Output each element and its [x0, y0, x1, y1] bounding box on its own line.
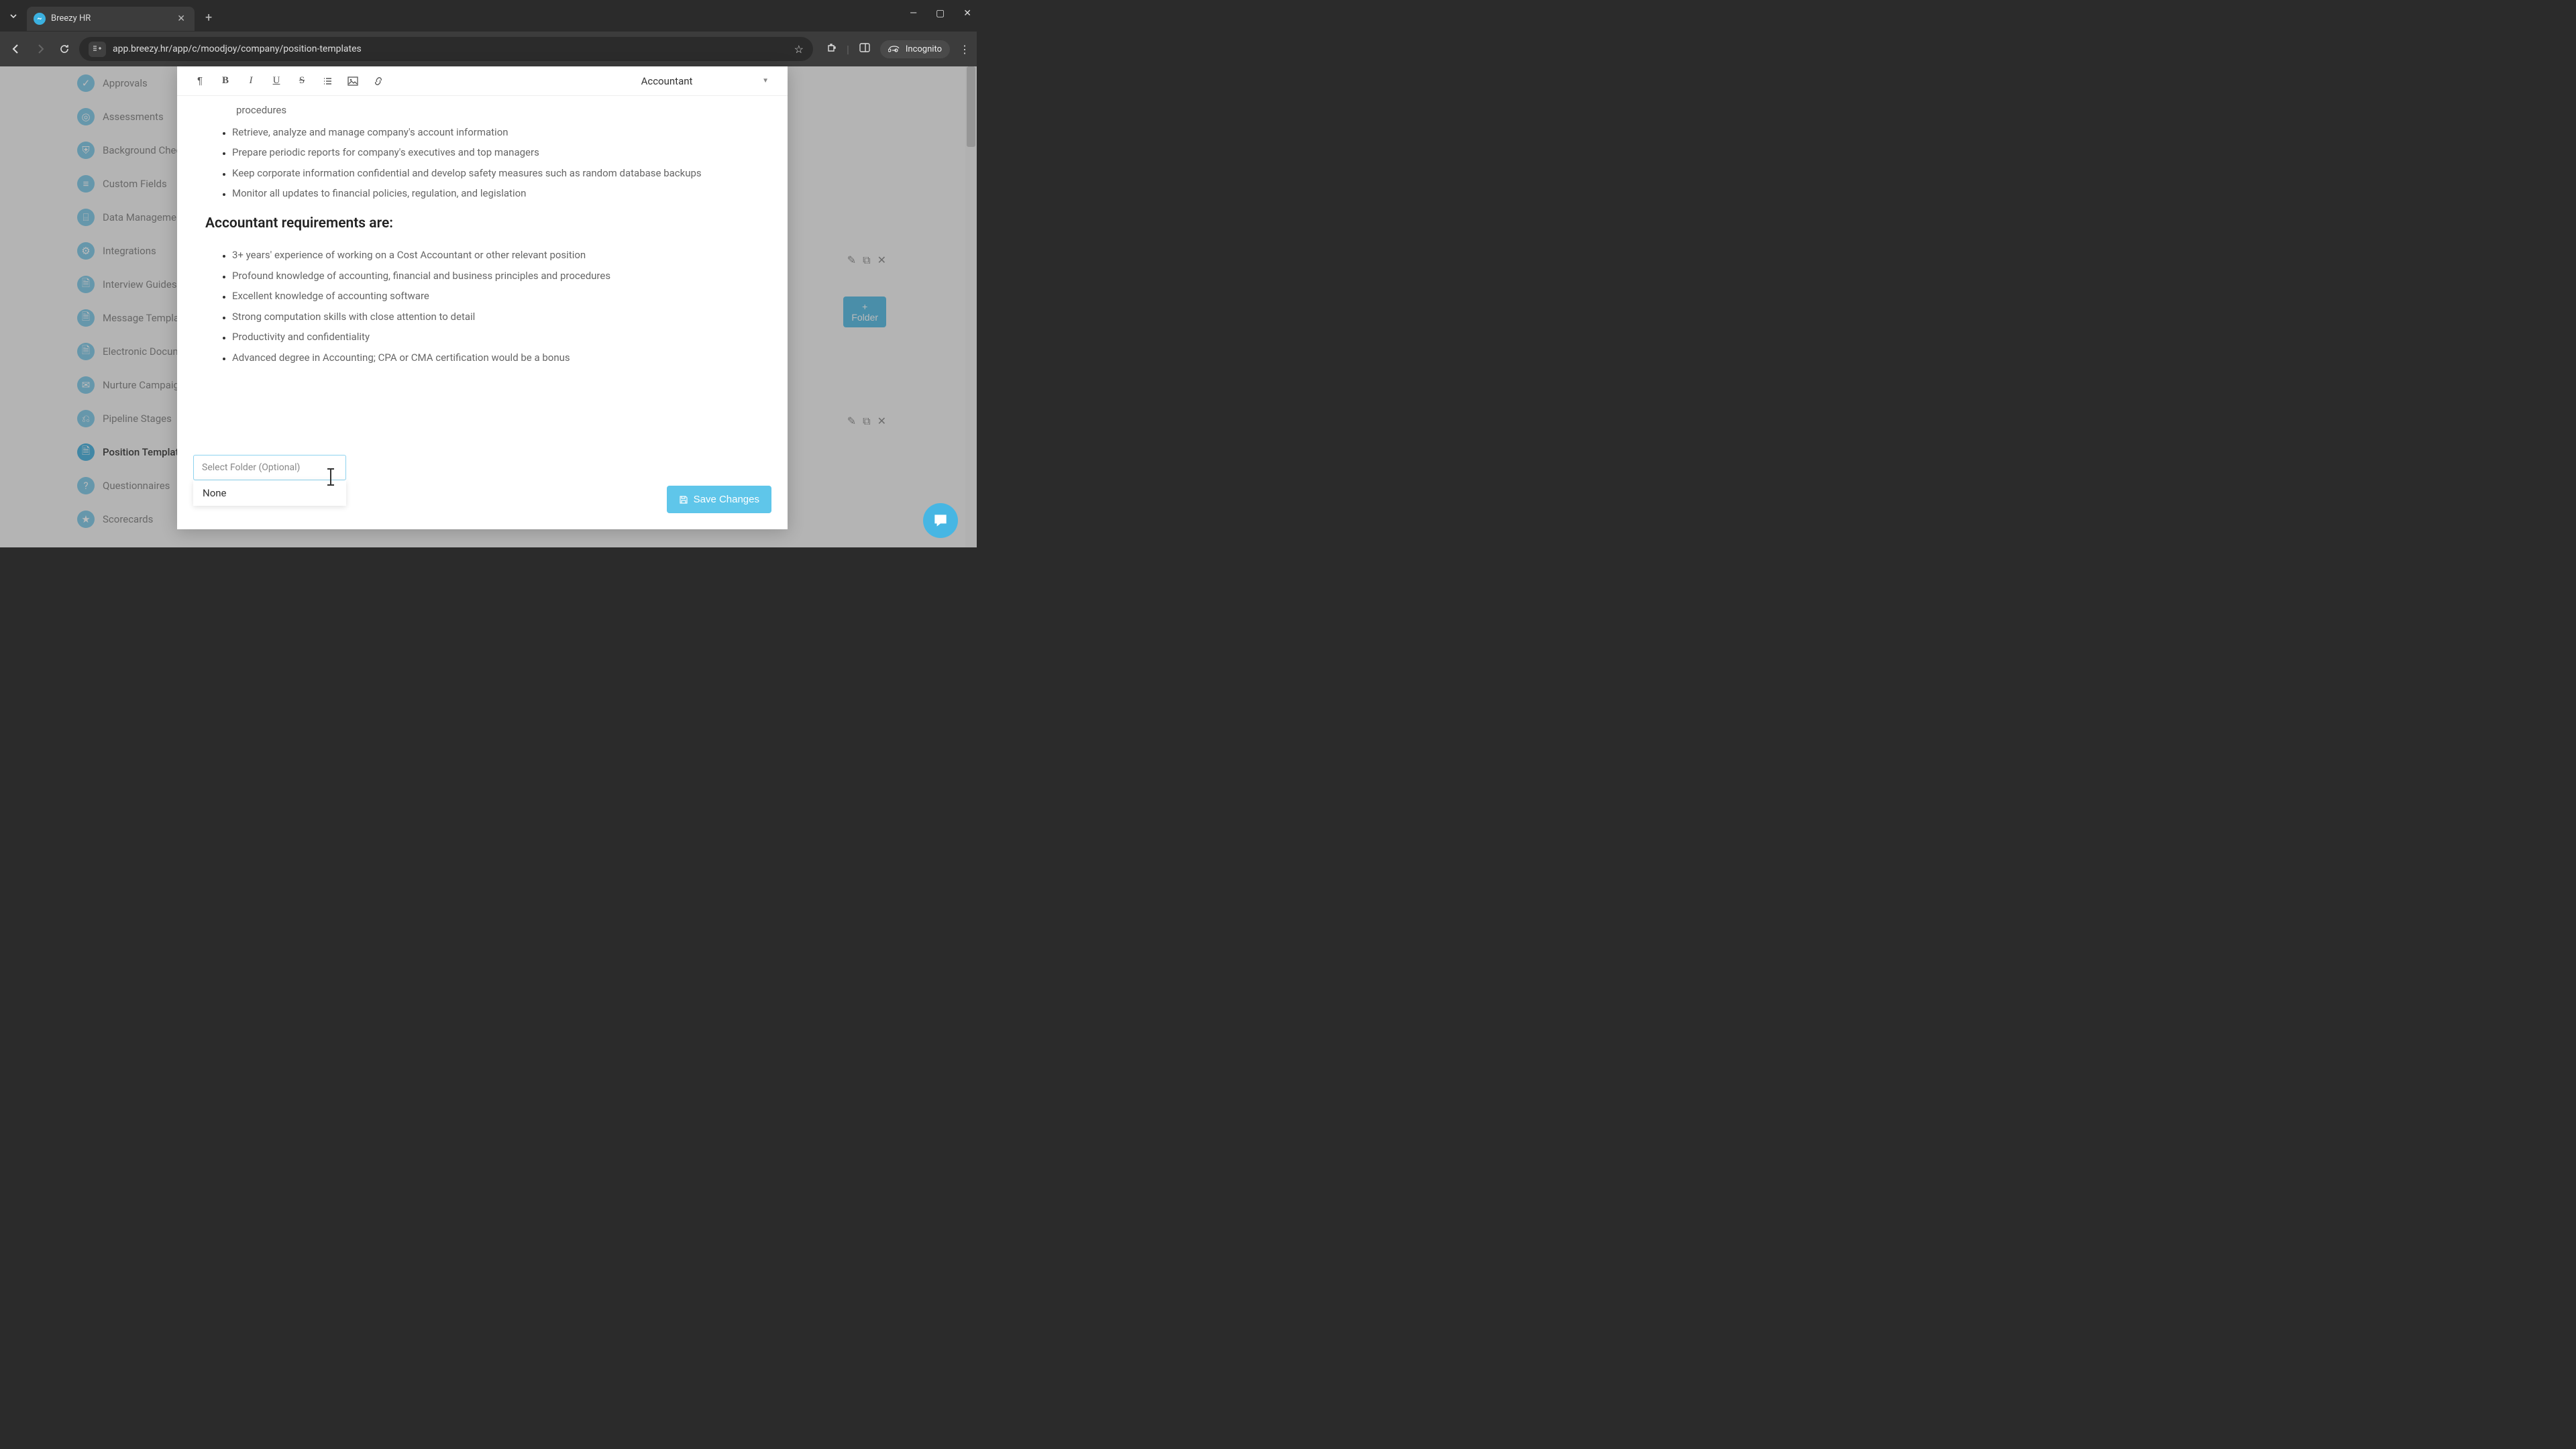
edit-template-modal: ¶ B I U S Accountant ▼ procedures Retrie… — [177, 66, 788, 529]
link-button[interactable] — [369, 72, 388, 91]
list-item: Monitor all updates to financial policie… — [232, 186, 759, 201]
tab-title: Breezy HR — [51, 13, 170, 23]
bookmark-star-icon[interactable]: ☆ — [794, 43, 804, 56]
list-item: Excellent knowledge of accounting softwa… — [232, 288, 759, 304]
list-button[interactable] — [318, 72, 337, 91]
template-selected-value: Accountant — [641, 75, 693, 87]
folder-dropdown-panel: None — [193, 480, 346, 506]
editor-toolbar: ¶ B I U S Accountant ▼ — [177, 66, 788, 96]
url-text: app.breezy.hr/app/c/moodjoy/company/posi… — [113, 44, 788, 54]
list-item: Advanced degree in Accounting; CPA or CM… — [232, 350, 759, 366]
text-cursor-icon — [330, 470, 331, 484]
save-changes-button[interactable]: Save Changes — [667, 486, 771, 513]
folder-select-placeholder: Select Folder (Optional) — [202, 462, 300, 473]
tab-search-dropdown[interactable] — [0, 0, 27, 32]
side-panel-icon[interactable] — [859, 42, 871, 56]
list-item: Productivity and confidentiality — [232, 329, 759, 345]
italic-button[interactable]: I — [241, 72, 260, 91]
new-tab-button[interactable]: + — [201, 7, 216, 29]
forward-button[interactable] — [31, 40, 50, 58]
breezy-favicon: ~ — [34, 13, 46, 25]
list-item: Profound knowledge of accounting, financ… — [232, 268, 759, 284]
editor-partial-line: procedures — [205, 103, 759, 118]
list-item: Prepare periodic reports for company's e… — [232, 145, 759, 160]
address-bar[interactable]: app.breezy.hr/app/c/moodjoy/company/posi… — [79, 37, 813, 61]
browser-tab-strip: ~ Breezy HR ✕ + ― ▢ ✕ — [0, 0, 977, 32]
list-item: 3+ years' experience of working on a Cos… — [232, 248, 759, 263]
chat-icon — [932, 512, 949, 529]
chrome-menu-icon[interactable]: ⋮ — [959, 43, 970, 56]
window-controls: ― ▢ ✕ — [910, 8, 971, 19]
strikethrough-button[interactable]: S — [292, 72, 311, 91]
save-button-label: Save Changes — [694, 494, 759, 505]
close-tab-icon[interactable]: ✕ — [176, 12, 186, 25]
reload-button[interactable] — [55, 40, 74, 58]
folder-select-input[interactable]: Select Folder (Optional) — [193, 455, 346, 480]
responsibilities-list: Retrieve, analyze and manage company's a… — [232, 125, 759, 201]
site-info-icon[interactable] — [89, 42, 106, 57]
folder-option-none[interactable]: None — [203, 487, 337, 499]
requirements-list: 3+ years' experience of working on a Cos… — [232, 248, 759, 365]
browser-toolbar: app.breezy.hr/app/c/moodjoy/company/posi… — [0, 32, 977, 66]
requirements-heading: Accountant requirements are: — [205, 213, 759, 235]
incognito-label: Incognito — [906, 44, 942, 54]
browser-tab-active[interactable]: ~ Breezy HR ✕ — [27, 7, 195, 31]
list-item: Keep corporate information confidential … — [232, 166, 759, 181]
maximize-icon[interactable]: ▢ — [936, 8, 945, 19]
help-chat-widget[interactable] — [923, 503, 958, 538]
list-item: Strong computation skills with close att… — [232, 309, 759, 325]
chevron-down-icon: ▼ — [762, 77, 769, 85]
page-area: ✓ Approvals ◎ Assessments ⛨ Background C… — [0, 66, 977, 547]
list-item: Retrieve, analyze and manage company's a… — [232, 125, 759, 140]
paragraph-format-button[interactable]: ¶ — [191, 72, 209, 91]
modal-footer: Select Folder (Optional) None Save Chang… — [177, 445, 788, 529]
minimize-icon[interactable]: ― — [910, 8, 917, 19]
extensions-icon[interactable] — [825, 42, 837, 56]
incognito-indicator[interactable]: Incognito — [880, 40, 950, 58]
image-button[interactable] — [343, 72, 362, 91]
bold-button[interactable]: B — [216, 72, 235, 91]
underline-button[interactable]: U — [267, 72, 286, 91]
template-dropdown[interactable]: Accountant ▼ — [559, 71, 774, 91]
back-button[interactable] — [7, 40, 25, 58]
close-window-icon[interactable]: ✕ — [963, 8, 971, 19]
editor-body[interactable]: procedures Retrieve, analyze and manage … — [177, 96, 788, 445]
